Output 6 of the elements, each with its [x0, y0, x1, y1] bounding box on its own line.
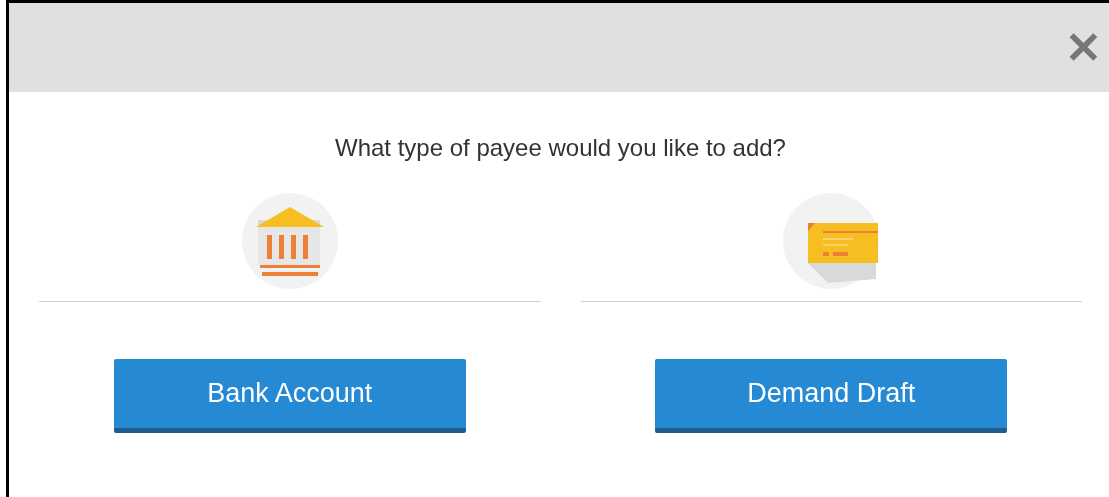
close-button[interactable]: ✕ — [1065, 25, 1102, 70]
demand-draft-button[interactable]: Demand Draft — [655, 359, 1008, 433]
question-text: What type of payee would you like to add? — [335, 133, 786, 163]
cheque-icon — [783, 193, 880, 289]
bank-account-button[interactable]: Bank Account — [113, 359, 466, 433]
bank-icon — [241, 193, 338, 289]
